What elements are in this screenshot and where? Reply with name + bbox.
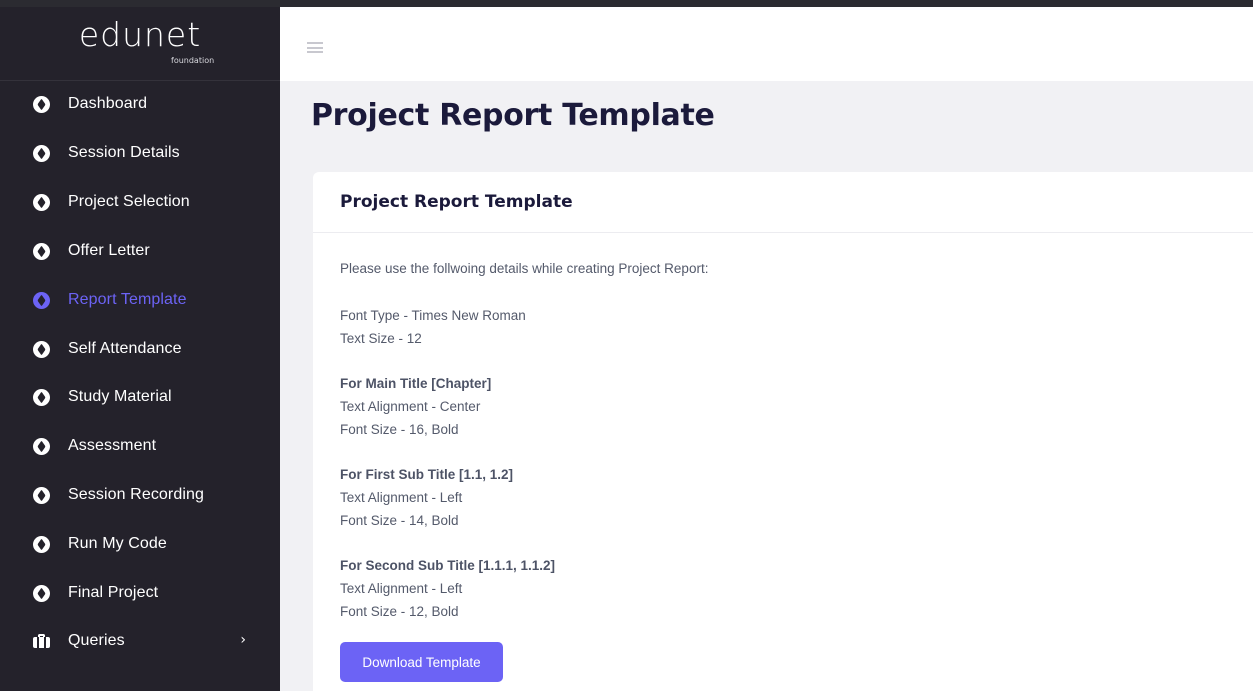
briefcase-icon [33,634,50,648]
sidebar-item-study-material[interactable]: Study Material [0,380,280,414]
compass-icon [33,486,50,504]
second-sub-heading: For Second Sub Title [1.1.1, 1.1.2] [340,558,556,573]
sidebar-item-label: Report Template [68,291,187,308]
brand-logo[interactable]: edunet foundation [0,7,280,81]
sidebar: edunet foundation Dashboard Session Deta… [0,7,280,691]
sidebar-item-label: Study Material [68,388,172,405]
sidebar-item-session-recording[interactable]: Session Recording [0,478,280,512]
sidebar-item-label: Dashboard [68,95,148,112]
compass-icon [33,388,50,406]
report-template-card: Project Report Template Please use the f… [313,172,1253,691]
sidebar-item-assessment[interactable]: Assessment [0,429,280,463]
main-title-alignment: Text Alignment - Center [340,399,481,414]
sidebar-item-label: Session Recording [68,486,204,503]
page-title: Project Report Template [311,98,715,133]
sidebar-item-run-my-code[interactable]: Run My Code [0,527,280,561]
compass-icon [33,95,50,113]
sidebar-item-offer-letter[interactable]: Offer Letter [0,234,280,268]
sidebar-item-final-project[interactable]: Final Project [0,576,280,610]
first-sub-heading: For First Sub Title [1.1, 1.2] [340,467,514,482]
main-title-font-size: Font Size - 16, Bold [340,422,459,437]
brand-subtitle: foundation [171,56,215,65]
sidebar-item-label: Run My Code [68,535,167,552]
top-bar [280,7,1253,81]
sidebar-item-label: Self Attendance [68,340,182,357]
text-size-text: Text Size - 12 [340,331,422,346]
compass-icon [33,584,50,602]
sidebar-item-dashboard[interactable]: Dashboard [0,87,280,121]
sidebar-item-report-template[interactable]: Report Template [0,283,280,317]
card-title: Project Report Template [340,192,573,212]
first-sub-font-size: Font Size - 14, Bold [340,513,459,528]
sidebar-item-label: Assessment [68,437,157,454]
sidebar-item-label: Final Project [68,584,159,601]
first-sub-alignment: Text Alignment - Left [340,490,463,505]
sidebar-item-self-attendance[interactable]: Self Attendance [0,332,280,366]
main-title-heading: For Main Title [Chapter] [340,376,492,391]
compass-icon [33,340,50,358]
card-header: Project Report Template [313,172,1253,233]
compass-icon [33,242,50,260]
brand-name: edunet [78,15,202,54]
sidebar-item-session-details[interactable]: Session Details [0,136,280,170]
sidebar-item-label: Session Details [68,144,180,161]
sidebar-item-label: Project Selection [68,193,190,210]
window-top-edge [0,0,1253,7]
second-sub-font-size: Font Size - 12, Bold [340,604,459,619]
compass-icon [33,535,50,553]
menu-toggle-icon[interactable] [307,42,323,53]
compass-icon [33,437,50,455]
second-sub-alignment: Text Alignment - Left [340,581,463,596]
intro-text: Please use the follwoing details while c… [340,261,709,276]
compass-icon [33,193,50,211]
sidebar-item-label: Offer Letter [68,242,150,259]
download-template-button[interactable]: Download Template [340,642,503,682]
sidebar-item-label: Queries [68,632,125,649]
sidebar-item-project-selection[interactable]: Project Selection [0,185,280,219]
font-type-text: Font Type - Times New Roman [340,308,526,323]
compass-icon [33,291,50,309]
compass-icon [33,144,50,162]
sidebar-item-queries[interactable]: Queries › [0,624,280,658]
chevron-right-icon: › [240,632,246,648]
